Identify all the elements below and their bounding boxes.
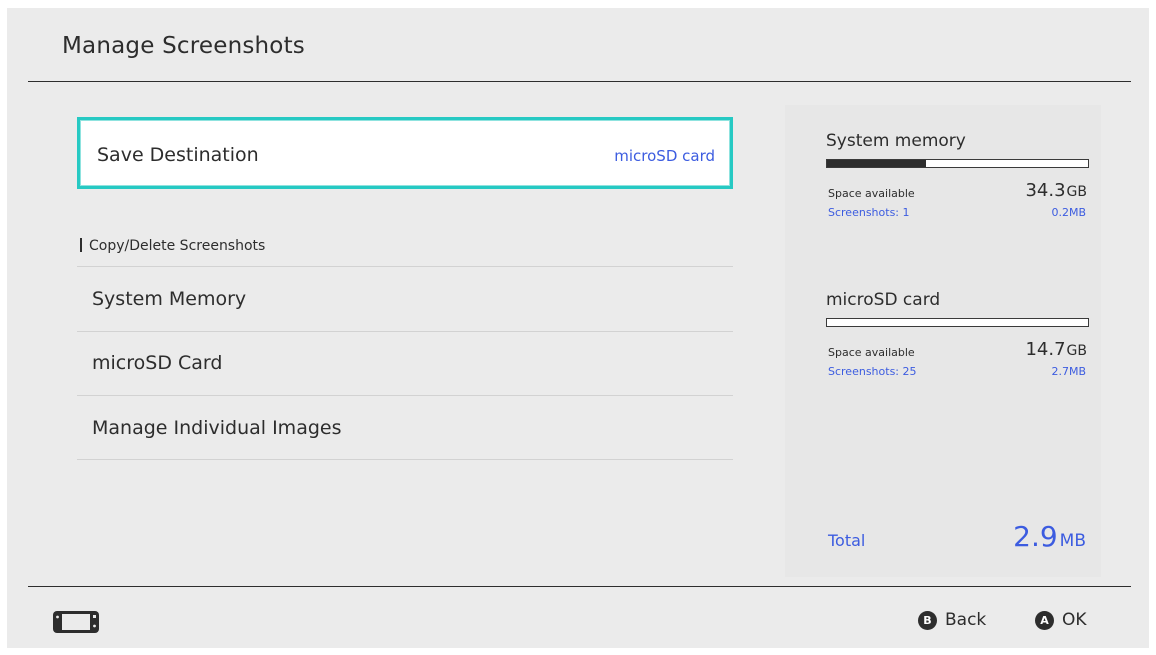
microsd-card-title: microSD card (826, 290, 941, 310)
system-screenshots-size: 0.2MB (1051, 206, 1086, 219)
ok-label: OK (1062, 610, 1087, 630)
total-label: Total (828, 531, 866, 550)
section-marker (80, 238, 82, 252)
divider (77, 266, 733, 267)
save-destination-value: microSD card (614, 147, 715, 165)
divider (77, 395, 733, 396)
system-memory-title: System memory (826, 131, 966, 151)
save-destination-label: Save Destination (97, 144, 259, 166)
header-divider (28, 81, 1131, 82)
total-value: 2.9 MB (1013, 520, 1086, 553)
b-button-icon: B (918, 610, 937, 630)
save-destination-button[interactable]: Save Destination microSD card (77, 117, 733, 189)
handheld-console-icon (53, 611, 99, 633)
divider (77, 459, 733, 460)
system-space-available-value: 34.3GB (1025, 180, 1087, 201)
back-button[interactable]: B Back (918, 610, 986, 630)
menu-item-system-memory[interactable]: System Memory (92, 288, 246, 310)
microsd-space-available-value: 14.7GB (1025, 339, 1087, 360)
system-screenshots-count: Screenshots: 1 (828, 206, 910, 219)
divider (77, 331, 733, 332)
footer-divider (28, 586, 1131, 587)
menu-item-manage-individual-images[interactable]: Manage Individual Images (92, 417, 342, 439)
microsd-space-available-label: Space available (828, 346, 915, 359)
microsd-screenshots-count: Screenshots: 25 (828, 365, 917, 378)
menu-item-microsd-card[interactable]: microSD Card (92, 352, 222, 374)
a-button-icon: A (1035, 610, 1054, 630)
microsd-screenshots-size: 2.7MB (1051, 365, 1086, 378)
system-memory-usage-bar (826, 159, 1089, 168)
copy-delete-section-header: Copy/Delete Screenshots (80, 238, 265, 254)
microsd-card-usage-bar (826, 318, 1089, 327)
page-title: Manage Screenshots (62, 33, 305, 59)
system-space-available-label: Space available (828, 187, 915, 200)
back-label: Back (945, 610, 987, 630)
ok-button[interactable]: A OK (1035, 610, 1087, 630)
section-header-label: Copy/Delete Screenshots (89, 238, 266, 254)
system-memory-usage-fill (827, 160, 927, 167)
